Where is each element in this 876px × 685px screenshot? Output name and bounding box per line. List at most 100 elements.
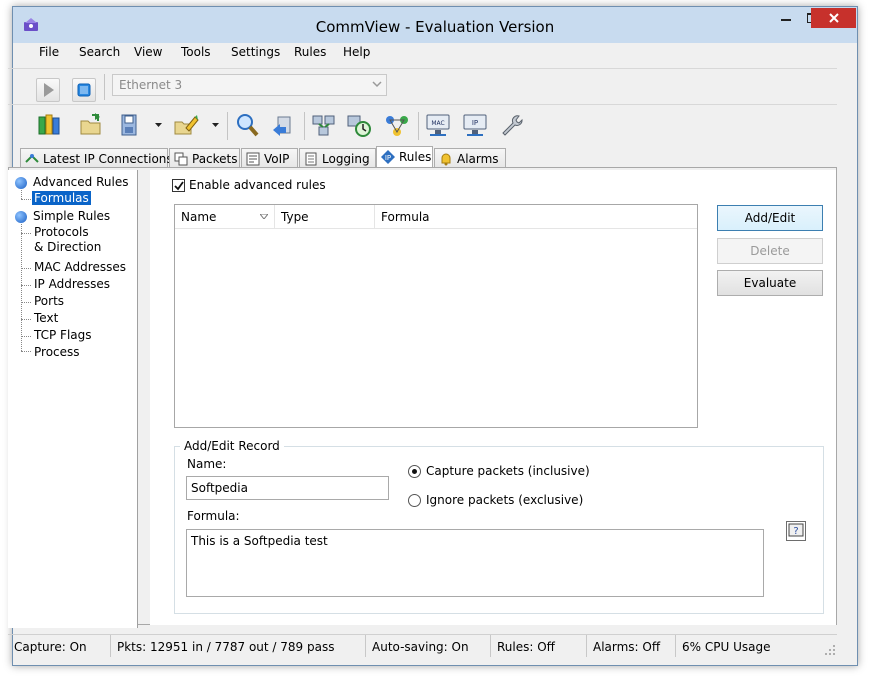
ip-alias-icon[interactable]: IP	[462, 112, 488, 138]
group-title: Add/Edit Record	[180, 439, 284, 453]
add-edit-button[interactable]: Add/Edit	[717, 205, 823, 231]
tree-item-advanced-rules[interactable]: Advanced Rules	[33, 175, 128, 189]
status-capture: Capture: On	[8, 635, 111, 657]
chevron-down-icon	[372, 81, 382, 88]
column-label: Formula	[381, 210, 430, 224]
tree-item-mac-addresses[interactable]: MAC Addresses	[34, 260, 126, 274]
column-type[interactable]: Type	[275, 205, 375, 229]
start-capture-button[interactable]	[36, 78, 60, 102]
tree-item-protocols-direction[interactable]: & Direction	[34, 240, 101, 254]
wrench-icon[interactable]	[498, 112, 524, 138]
tree-connector	[21, 199, 31, 200]
close-button[interactable]	[811, 8, 856, 28]
tree-connector	[21, 351, 31, 352]
resize-grip-icon[interactable]	[824, 644, 836, 656]
menu-bar: File Search View Tools Settings Rules He…	[8, 40, 837, 66]
packet-arrow-icon[interactable]	[270, 112, 296, 138]
tree-item-tcp-flags[interactable]: TCP Flags	[34, 328, 92, 342]
delete-button[interactable]: Delete	[717, 238, 823, 264]
capture-radio[interactable]	[408, 464, 421, 478]
enable-rules-label: Enable advanced rules	[189, 178, 326, 192]
tab-alarms[interactable]: Alarms	[434, 148, 506, 168]
enable-rules-checkbox[interactable]	[172, 178, 185, 192]
scheduler-clock-icon[interactable]	[346, 112, 372, 138]
adapter-select[interactable]: Ethernet 3	[112, 74, 387, 96]
name-label: Name:	[187, 457, 227, 471]
name-input[interactable]: Softpedia	[186, 476, 389, 500]
rules-tree: Advanced Rules Formulas Simple Rules Pro…	[8, 170, 138, 628]
tab-rules[interactable]: IP Rules	[376, 146, 433, 169]
status-alarms: Alarms: Off	[587, 635, 676, 657]
tree-connector	[21, 302, 31, 303]
tab-label: Packets	[192, 152, 238, 166]
folder-pencil-icon[interactable]	[173, 112, 199, 138]
sort-down-icon	[260, 214, 268, 219]
chevron-down-icon[interactable]	[155, 123, 162, 127]
rules-icon: IP	[381, 150, 395, 164]
status-packets: Pkts: 12951 in / 7787 out / 789 pass	[111, 635, 366, 657]
menu-view[interactable]: View	[134, 45, 162, 59]
menu-rules[interactable]: Rules	[294, 45, 326, 59]
nodes-icon[interactable]	[384, 112, 410, 138]
tab-packets[interactable]: Packets	[169, 148, 240, 168]
tab-label: VoIP	[264, 152, 290, 166]
svg-text:IP: IP	[385, 154, 391, 162]
save-icon[interactable]	[118, 112, 144, 138]
network-map-icon[interactable]	[311, 112, 337, 138]
formula-label: Formula:	[187, 509, 240, 523]
menu-search[interactable]: Search	[79, 45, 120, 59]
formula-input[interactable]: This is a Softpedia test	[186, 529, 764, 597]
tab-label: Alarms	[457, 152, 499, 166]
divider	[8, 104, 837, 105]
voip-icon	[246, 152, 260, 166]
toolbar-separator	[418, 112, 419, 140]
tree-connector	[21, 319, 31, 320]
tree-connector	[21, 233, 31, 234]
tree-item-formulas[interactable]: Formulas	[32, 191, 91, 205]
formula-help-button[interactable]: ?	[786, 521, 806, 541]
main-toolbar: MAC IP	[8, 106, 837, 144]
tab-label: Rules	[399, 150, 432, 164]
column-name[interactable]: Name	[175, 205, 275, 229]
tree-item-ports[interactable]: Ports	[34, 294, 64, 308]
menu-settings[interactable]: Settings	[231, 45, 280, 59]
menu-help[interactable]: Help	[343, 45, 370, 59]
books-icon[interactable]	[36, 112, 62, 138]
play-icon	[44, 83, 54, 97]
open-folder-icon[interactable]	[78, 112, 104, 138]
stop-capture-button[interactable]	[72, 78, 96, 102]
tab-label: Logging	[322, 152, 370, 166]
ignore-packets-option[interactable]: Ignore packets (exclusive)	[408, 493, 583, 507]
help-icon: ?	[788, 523, 804, 537]
chevron-down-icon[interactable]	[212, 123, 219, 127]
enable-advanced-rules[interactable]: Enable advanced rules	[172, 178, 326, 192]
tree-item-process[interactable]: Process	[34, 345, 80, 359]
window-title: CommView - Evaluation Version	[315, 18, 555, 36]
tab-logging[interactable]: Logging	[299, 148, 376, 168]
ignore-radio[interactable]	[408, 493, 421, 507]
formulas-list[interactable]: Name Type Formula	[174, 204, 698, 428]
tab-voip[interactable]: VoIP	[241, 148, 298, 168]
evaluate-button[interactable]: Evaluate	[717, 270, 823, 296]
column-formula[interactable]: Formula	[375, 205, 697, 229]
tab-latest-ip-connections[interactable]: Latest IP Connections	[20, 148, 173, 168]
tree-item-protocols[interactable]: Protocols	[34, 225, 89, 239]
menu-file[interactable]: File	[39, 45, 59, 59]
mac-alias-icon[interactable]: MAC	[425, 112, 451, 138]
title-bar[interactable]: CommView - Evaluation Version	[13, 7, 857, 43]
menu-tools[interactable]: Tools	[181, 45, 211, 59]
status-autosave: Auto-saving: On	[366, 635, 491, 657]
minimize-button[interactable]	[773, 8, 799, 28]
tree-item-text[interactable]: Text	[34, 311, 58, 325]
tree-item-simple-rules[interactable]: Simple Rules	[33, 209, 110, 223]
tree-item-ip-addresses[interactable]: IP Addresses	[34, 277, 110, 291]
column-label: Name	[181, 210, 217, 224]
minimize-icon	[781, 19, 791, 21]
search-icon[interactable]	[234, 112, 260, 138]
tab-strip: Latest IP Connections Packets VoIP Loggi…	[8, 146, 837, 169]
toolbar-separator	[304, 112, 305, 140]
capture-label: Capture packets (inclusive)	[426, 464, 590, 478]
capture-packets-option[interactable]: Capture packets (inclusive)	[408, 464, 590, 478]
globe-icon	[15, 177, 27, 189]
ip-connections-icon	[25, 154, 39, 163]
